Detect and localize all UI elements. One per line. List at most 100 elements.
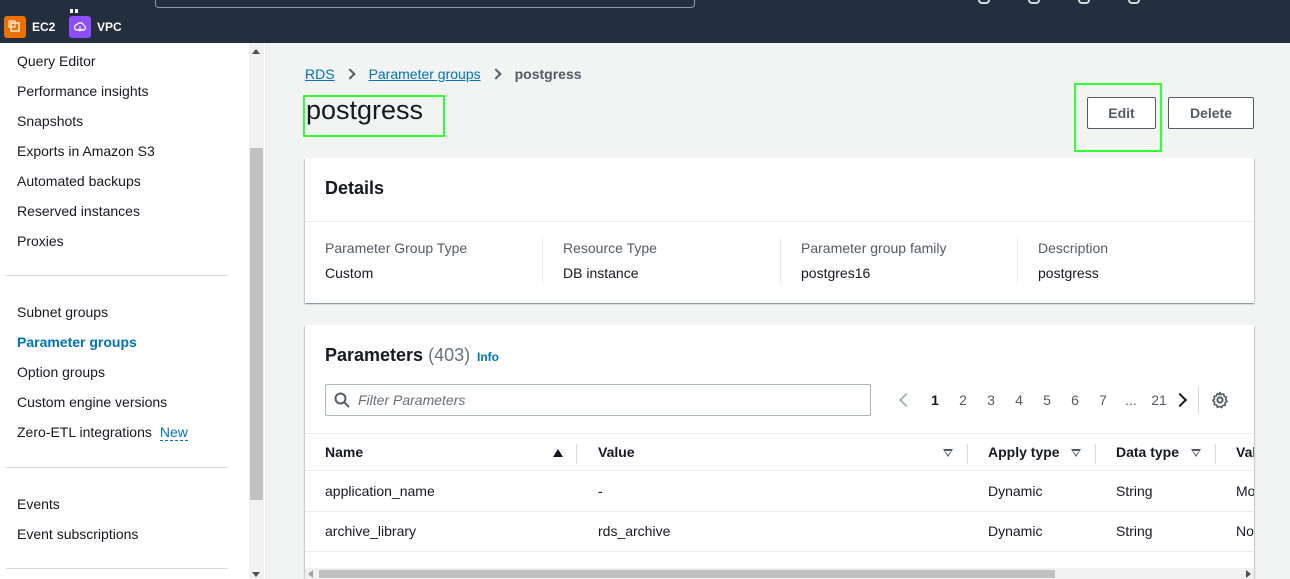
scroll-up-icon[interactable] (252, 49, 260, 54)
info-link[interactable]: Info (477, 350, 499, 364)
scrollbar-thumb[interactable] (319, 570, 1055, 578)
column-divider[interactable] (1215, 444, 1216, 464)
global-search-input[interactable] (155, 0, 695, 8)
breadcrumb-rds[interactable]: RDS (305, 66, 335, 82)
favorite-ec2-label: EC2 (32, 20, 56, 34)
search-icon (334, 392, 350, 408)
scrollbar-thumb[interactable] (250, 148, 263, 500)
table-header: Name Value Apply type Data type Val (305, 433, 1254, 471)
column-divider[interactable] (576, 444, 577, 464)
detail-description: Description postgress (1038, 240, 1276, 286)
sidebar-item-automated-backups[interactable]: Automated backups (17, 173, 141, 189)
sidebar-item-zero-etl[interactable]: Zero-ETL integrations New (17, 424, 188, 441)
detail-value: postgres16 (801, 265, 871, 281)
column-header-values[interactable]: Val (1236, 444, 1254, 460)
sidebar-item-zero-etl-label: Zero-ETL integrations (17, 424, 152, 440)
sidebar-item-snapshots[interactable]: Snapshots (17, 113, 83, 129)
sort-ascending-icon[interactable] (553, 449, 563, 457)
table-row[interactable]: application_name - Dynamic String Mo (305, 472, 1254, 512)
column-header-name[interactable]: Name (325, 444, 363, 460)
sidebar-item-subnet-groups[interactable]: Subnet groups (17, 304, 108, 320)
sidebar-item-parameter-groups[interactable]: Parameter groups (17, 334, 137, 350)
sidebar-item-proxies[interactable]: Proxies (17, 233, 64, 249)
page-21[interactable]: 21 (1145, 392, 1173, 408)
favorite-vpc[interactable]: VPC (69, 16, 122, 38)
scroll-left-icon[interactable] (308, 570, 313, 578)
cell-data-type: String (1116, 523, 1153, 539)
sort-icon[interactable] (1191, 449, 1201, 457)
page-2[interactable]: 2 (949, 392, 977, 408)
detail-parameter-group-type: Parameter Group Type Custom (325, 240, 563, 286)
favorite-ec2[interactable]: EC2 (4, 16, 55, 38)
sidebar-item-performance-insights[interactable]: Performance insights (17, 83, 149, 99)
parameters-title: Parameters (325, 345, 424, 365)
page-1[interactable]: 1 (921, 392, 949, 408)
page-6[interactable]: 6 (1061, 392, 1089, 408)
detail-key: Description (1038, 240, 1109, 256)
pagination: 1 2 3 4 5 6 7 ... 21 (895, 389, 1191, 411)
column-header-apply-type[interactable]: Apply type (988, 444, 1060, 460)
next-page-icon[interactable] (1172, 392, 1188, 408)
detail-parameter-group-family: Parameter group family postgres16 (801, 240, 1039, 286)
details-separator (305, 221, 1254, 222)
gear-icon[interactable] (1211, 391, 1229, 409)
previous-page-icon[interactable] (898, 392, 914, 408)
header-icons (978, 0, 1140, 4)
highlight-box-title (303, 95, 445, 137)
delete-button[interactable]: Delete (1168, 97, 1254, 129)
details-panel: Details Parameter Group Type Custom Reso… (305, 158, 1254, 303)
filter-parameters-input[interactable] (358, 390, 858, 410)
detail-key: Parameter group family (801, 240, 947, 256)
sort-icon[interactable] (943, 449, 953, 457)
page-7[interactable]: 7 (1089, 392, 1117, 408)
table-horizontal-scrollbar[interactable] (305, 568, 1254, 579)
column-divider[interactable] (1095, 444, 1096, 464)
parameters-header: Parameters (403) (325, 345, 470, 366)
detail-key: Resource Type (563, 240, 657, 256)
table-row[interactable]: archive_library rds_archive Dynamic Stri… (305, 512, 1254, 552)
detail-value: DB instance (563, 265, 639, 281)
breadcrumb-current: postgress (514, 66, 582, 82)
sort-icon[interactable] (1071, 449, 1081, 457)
page-4[interactable]: 4 (1005, 392, 1033, 408)
sidebar-item-query-editor[interactable]: Query Editor (17, 53, 96, 69)
sidebar-item-event-subscriptions[interactable]: Event subscriptions (17, 526, 138, 542)
cell-value: rds_archive (598, 523, 671, 539)
cell-allowed-values: No (1236, 523, 1254, 539)
services-menu-icon[interactable] (70, 0, 84, 13)
aws-logo[interactable] (0, 0, 38, 6)
scroll-right-icon[interactable] (1246, 570, 1251, 578)
page-5[interactable]: 5 (1033, 392, 1061, 408)
column-header-value[interactable]: Value (598, 444, 635, 460)
parameters-count: (403) (428, 345, 471, 365)
sidebar-item-events[interactable]: Events (17, 496, 60, 512)
breadcrumb-parameter-groups[interactable]: Parameter groups (369, 66, 481, 82)
page-3[interactable]: 3 (977, 392, 1005, 408)
cell-name: archive_library (325, 523, 417, 539)
chevron-right-icon (489, 68, 502, 80)
sidebar-item-exports-s3[interactable]: Exports in Amazon S3 (17, 143, 155, 159)
ec2-icon (4, 16, 26, 38)
filter-parameters[interactable] (325, 384, 871, 416)
favorite-vpc-label: VPC (97, 20, 122, 34)
cell-allowed-values: Mo (1236, 483, 1254, 499)
sidebar-scrollbar[interactable] (249, 43, 264, 579)
detail-divider (1017, 238, 1018, 284)
column-header-data-type[interactable]: Data type (1116, 444, 1179, 460)
help-icon[interactable] (1078, 0, 1090, 4)
sidebar-item-reserved-instances[interactable]: Reserved instances (17, 203, 140, 219)
sidebar-item-custom-engine-versions[interactable]: Custom engine versions (17, 394, 167, 410)
notifications-icon[interactable] (1028, 0, 1040, 4)
detail-divider (542, 238, 543, 284)
sidebar-item-option-groups[interactable]: Option groups (17, 364, 105, 380)
settings-icon[interactable] (1128, 0, 1140, 4)
cell-apply-type: Dynamic (988, 483, 1043, 499)
new-badge: New (159, 424, 188, 441)
detail-key: Parameter Group Type (325, 240, 468, 256)
breadcrumb: RDS Parameter groups postgress (305, 66, 582, 82)
cell-data-type: String (1116, 483, 1153, 499)
column-divider[interactable] (967, 444, 968, 464)
vpc-icon (69, 16, 91, 38)
scroll-down-icon[interactable] (252, 572, 260, 577)
cloudshell-icon[interactable] (978, 0, 990, 4)
